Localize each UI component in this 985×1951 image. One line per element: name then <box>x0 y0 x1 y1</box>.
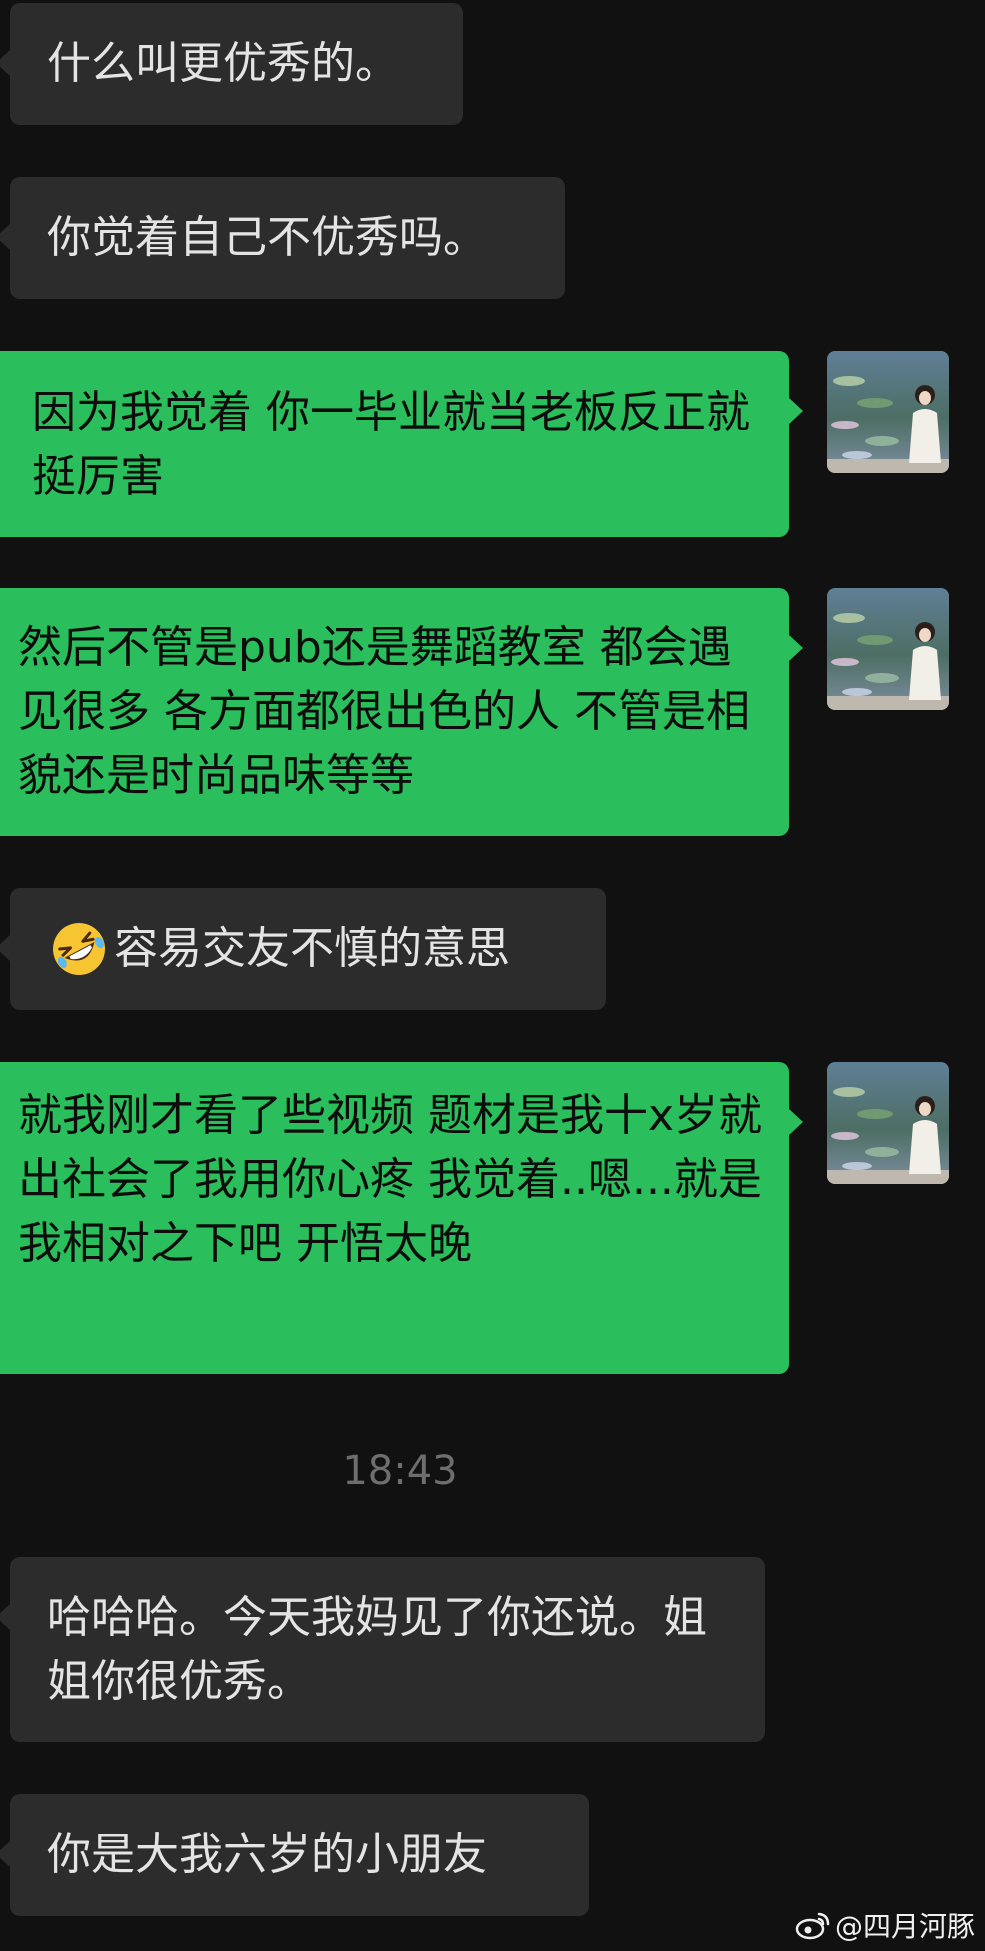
message-bubble-received[interactable]: 容易交友不慎的意思 <box>0 888 606 1010</box>
message-text: 就我刚才看了些视频 题材是我十x岁就出社会了我用你心疼 我觉着..嗯...就是我… <box>18 1090 763 1269</box>
message-bubble-received[interactable]: 你是大我六岁的小朋友 <box>0 1794 589 1916</box>
message-text: 什么叫更优秀的。 <box>47 38 399 89</box>
message-text: 因为我觉着 你一毕业就当老板反正就 挺厉害 <box>32 387 750 502</box>
message-bubble-received[interactable]: 你觉着自己不优秀吗。 <box>0 177 565 299</box>
message-bubble-sent[interactable]: 因为我觉着 你一毕业就当老板反正就 挺厉害 <box>0 351 803 537</box>
message-bubble-received[interactable]: 什么叫更优秀的。 <box>0 3 463 125</box>
message-bubble-received[interactable]: 哈哈哈。今天我妈见了你还说。姐姐你很优秀。 <box>0 1557 765 1742</box>
message-bubble-sent[interactable]: 然后不管是pub还是舞蹈教室 都会遇见很多 各方面都很出色的人 不管是相貌还是时… <box>0 588 803 836</box>
message-timestamp: 18:43 <box>342 1448 458 1494</box>
avatar-photo-icon <box>827 588 949 710</box>
user-avatar[interactable] <box>827 351 949 473</box>
message-bubble-sent[interactable]: 就我刚才看了些视频 题材是我十x岁就出社会了我用你心疼 我觉着..嗯...就是我… <box>0 1062 803 1374</box>
message-text: 你觉着自己不优秀吗。 <box>47 212 487 263</box>
watermark-text: @四月河豚 <box>834 1910 975 1943</box>
weibo-watermark: @四月河豚 <box>795 1905 975 1945</box>
message-text: 然后不管是pub还是舞蹈教室 都会遇见很多 各方面都很出色的人 不管是相貌还是时… <box>18 622 750 801</box>
message-text: 容易交友不慎的意思 <box>114 923 510 974</box>
rolling-on-floor-laughing-icon <box>50 920 108 978</box>
weibo-icon <box>795 1912 830 1940</box>
message-text: 你是大我六岁的小朋友 <box>47 1829 487 1880</box>
user-avatar[interactable] <box>827 588 949 710</box>
avatar-photo-icon <box>827 351 949 473</box>
message-text: 哈哈哈。今天我妈见了你还说。姐姐你很优秀。 <box>47 1591 707 1707</box>
avatar-photo-icon <box>827 1062 949 1184</box>
user-avatar[interactable] <box>827 1062 949 1184</box>
